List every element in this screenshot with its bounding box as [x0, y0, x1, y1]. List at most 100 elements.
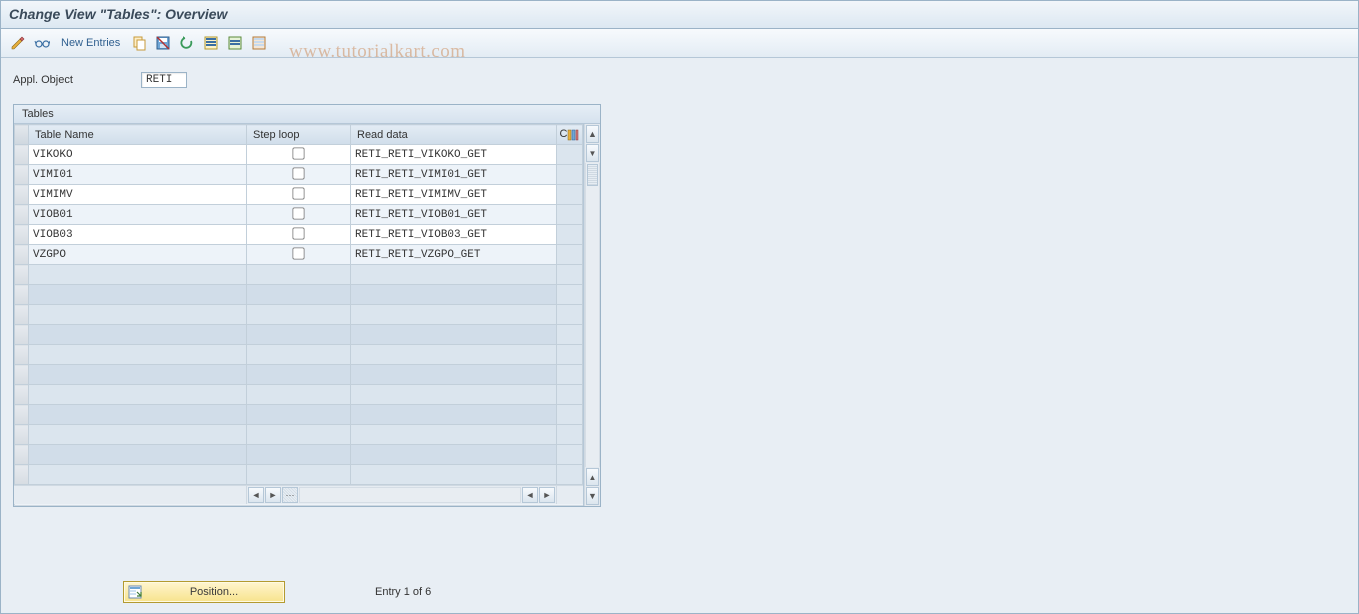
- cell-read-data[interactable]: RETI_RETI_VIMI01_GET: [351, 165, 557, 185]
- new-entries-button[interactable]: New Entries: [55, 32, 126, 54]
- cell-table-name[interactable]: [29, 385, 247, 405]
- cell-trailing: [557, 285, 583, 305]
- position-button[interactable]: Position...: [123, 581, 285, 603]
- undo-change-button[interactable]: [176, 33, 198, 53]
- table-row: VIOB03 RETI_RETI_VIOB03_GET: [15, 225, 583, 245]
- cell-trailing: [557, 465, 583, 485]
- table-row-empty: [15, 285, 583, 305]
- select-block-button[interactable]: [224, 33, 246, 53]
- col-header-config-label: C: [560, 128, 568, 140]
- row-selector[interactable]: [15, 145, 29, 165]
- cell-read-data[interactable]: [351, 465, 557, 485]
- table-row-empty: [15, 325, 583, 345]
- table-header-row: Table Name Step loop Read data C: [15, 125, 583, 145]
- cell-read-data[interactable]: [351, 425, 557, 445]
- cell-step-loop: [247, 365, 351, 385]
- table-row-empty: [15, 445, 583, 465]
- appl-object-label: Appl. Object: [13, 74, 133, 86]
- cell-read-data[interactable]: [351, 365, 557, 385]
- cell-read-data[interactable]: RETI_RETI_VIMIMV_GET: [351, 185, 557, 205]
- vscroll-down-button[interactable]: ▼: [586, 487, 599, 505]
- cell-table-name[interactable]: [29, 305, 247, 325]
- delete-button[interactable]: [152, 33, 174, 53]
- row-selector[interactable]: [15, 345, 29, 365]
- cell-read-data[interactable]: [351, 445, 557, 465]
- position-icon: [128, 585, 142, 599]
- cell-table-name[interactable]: VIOB03: [29, 225, 247, 245]
- row-selector[interactable]: [15, 245, 29, 265]
- row-selector[interactable]: [15, 325, 29, 345]
- cell-table-name[interactable]: [29, 285, 247, 305]
- cell-table-name[interactable]: [29, 445, 247, 465]
- step-loop-checkbox[interactable]: [292, 187, 304, 199]
- cell-trailing: [557, 225, 583, 245]
- step-loop-checkbox[interactable]: [292, 207, 304, 219]
- cell-table-name[interactable]: [29, 425, 247, 445]
- col-header-read-data[interactable]: Read data: [351, 125, 557, 145]
- cell-read-data[interactable]: [351, 385, 557, 405]
- hscroll-column-picker[interactable]: ⋯: [282, 487, 298, 503]
- cell-table-name[interactable]: [29, 465, 247, 485]
- cell-table-name[interactable]: [29, 365, 247, 385]
- row-selector[interactable]: [15, 465, 29, 485]
- cell-read-data[interactable]: RETI_RETI_VIOB01_GET: [351, 205, 557, 225]
- row-selector[interactable]: [15, 405, 29, 425]
- step-loop-checkbox[interactable]: [292, 167, 304, 179]
- cell-table-name[interactable]: [29, 265, 247, 285]
- row-selector[interactable]: [15, 445, 29, 465]
- step-loop-checkbox[interactable]: [292, 147, 304, 159]
- col-header-config[interactable]: C: [557, 125, 583, 145]
- row-selector[interactable]: [15, 285, 29, 305]
- cell-table-name[interactable]: [29, 345, 247, 365]
- row-selector[interactable]: [15, 205, 29, 225]
- row-selector-header[interactable]: [15, 125, 29, 145]
- col-header-step-loop[interactable]: Step loop: [247, 125, 351, 145]
- cell-table-name[interactable]: VIKOKO: [29, 145, 247, 165]
- table-row-empty: [15, 405, 583, 425]
- row-selector[interactable]: [15, 165, 29, 185]
- row-selector[interactable]: [15, 265, 29, 285]
- row-selector[interactable]: [15, 385, 29, 405]
- appl-object-field[interactable]: RETI: [141, 72, 187, 88]
- cell-read-data[interactable]: [351, 285, 557, 305]
- row-selector[interactable]: [15, 365, 29, 385]
- hscroll-right-end-button[interactable]: ►: [539, 487, 555, 503]
- cell-read-data[interactable]: RETI_RETI_VIOB03_GET: [351, 225, 557, 245]
- cell-table-name[interactable]: [29, 405, 247, 425]
- other-view-button[interactable]: [31, 33, 53, 53]
- row-selector[interactable]: [15, 425, 29, 445]
- col-header-table-name[interactable]: Table Name: [29, 125, 247, 145]
- toggle-display-change-button[interactable]: [7, 33, 29, 53]
- copy-as-button[interactable]: [128, 33, 150, 53]
- cell-read-data[interactable]: [351, 305, 557, 325]
- vscroll-page-down-button[interactable]: ▲: [586, 468, 599, 486]
- row-selector[interactable]: [15, 185, 29, 205]
- cell-read-data[interactable]: [351, 325, 557, 345]
- row-selector[interactable]: [15, 305, 29, 325]
- vscroll-up-button[interactable]: ▲: [586, 125, 599, 143]
- cell-table-name[interactable]: [29, 325, 247, 345]
- cell-step-loop: [247, 265, 351, 285]
- cell-table-name[interactable]: VIOB01: [29, 205, 247, 225]
- cell-read-data[interactable]: RETI_RETI_VZGPO_GET: [351, 245, 557, 265]
- vscroll-page-up-button[interactable]: ▼: [586, 144, 599, 162]
- hscroll-left-button[interactable]: ◄: [248, 487, 264, 503]
- cell-read-data[interactable]: [351, 345, 557, 365]
- cell-table-name[interactable]: VZGPO: [29, 245, 247, 265]
- vscroll-thumb[interactable]: [587, 164, 598, 186]
- cell-trailing: [557, 185, 583, 205]
- cell-table-name[interactable]: VIMI01: [29, 165, 247, 185]
- cell-read-data[interactable]: [351, 265, 557, 285]
- row-selector[interactable]: [15, 225, 29, 245]
- select-all-button[interactable]: [200, 33, 222, 53]
- hscroll-track[interactable]: [299, 487, 521, 503]
- vscroll-track[interactable]: [585, 163, 600, 467]
- deselect-all-button[interactable]: [248, 33, 270, 53]
- hscroll-right-button[interactable]: ►: [265, 487, 281, 503]
- step-loop-checkbox[interactable]: [292, 227, 304, 239]
- cell-table-name[interactable]: VIMIMV: [29, 185, 247, 205]
- cell-read-data[interactable]: [351, 405, 557, 425]
- cell-read-data[interactable]: RETI_RETI_VIKOKO_GET: [351, 145, 557, 165]
- hscroll-left-end-button[interactable]: ◄: [522, 487, 538, 503]
- step-loop-checkbox[interactable]: [292, 247, 304, 259]
